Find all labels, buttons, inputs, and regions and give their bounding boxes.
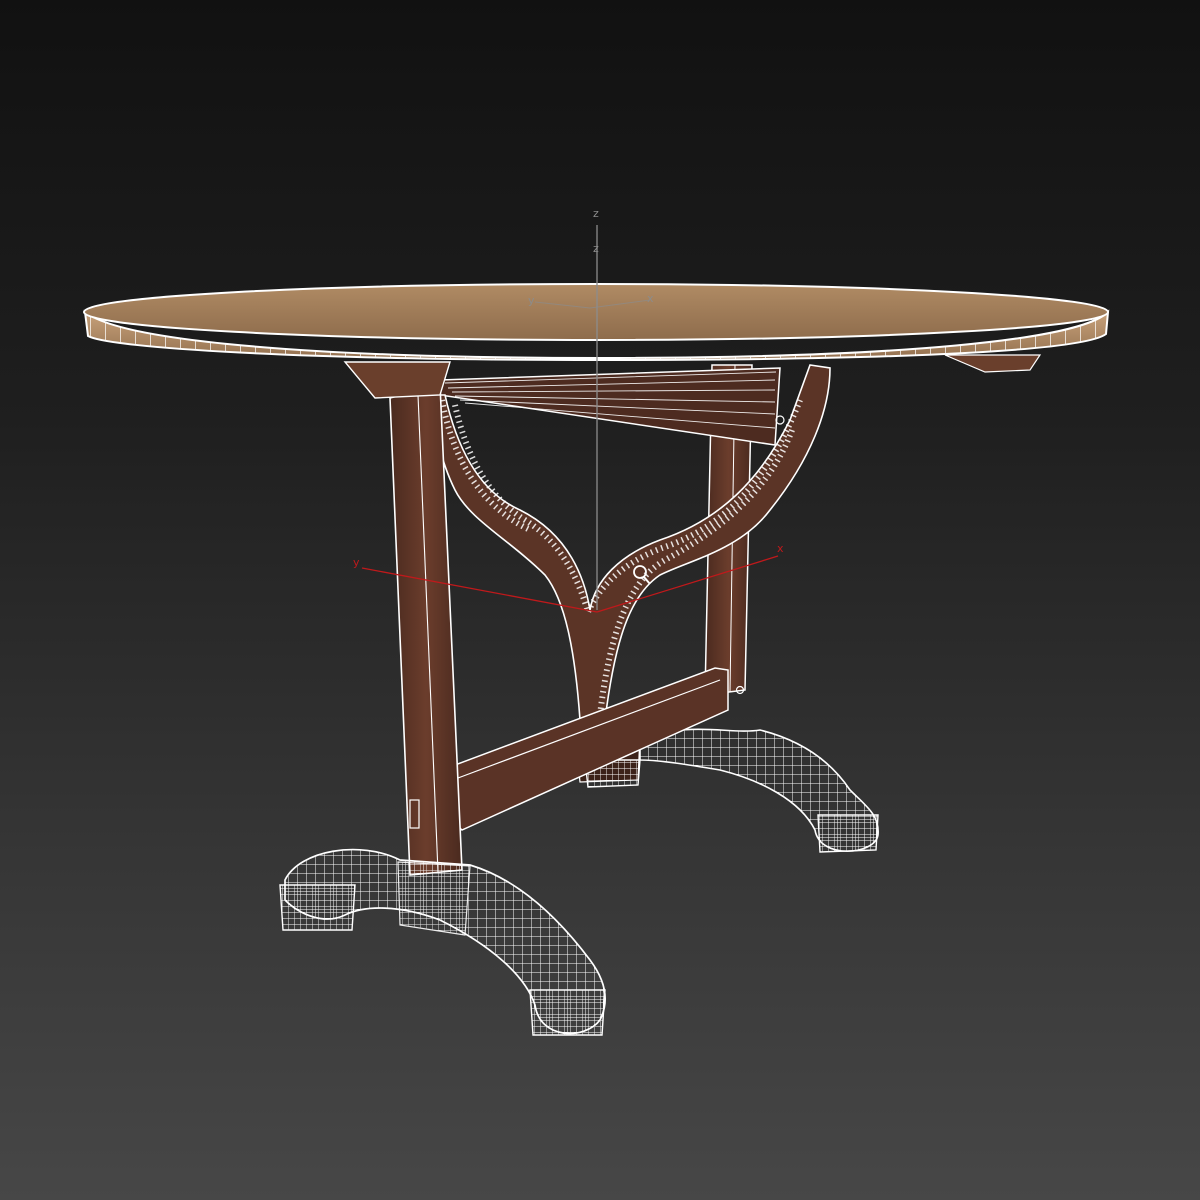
z-axis-label: z [593, 207, 599, 220]
z-pivot-label: z [593, 242, 599, 255]
top-x-label: x [647, 292, 654, 305]
upper-stretcher [439, 367, 781, 446]
scene-canvas[interactable]: z z y x y x [0, 0, 1200, 1200]
3d-viewport[interactable]: z z y x y x [0, 0, 1200, 1200]
front-foot [279, 848, 607, 1036]
table-top [83, 283, 1110, 362]
y-axis-label: y [353, 556, 360, 569]
top-y-label: y [528, 294, 535, 307]
x-axis-label: x [777, 542, 784, 555]
